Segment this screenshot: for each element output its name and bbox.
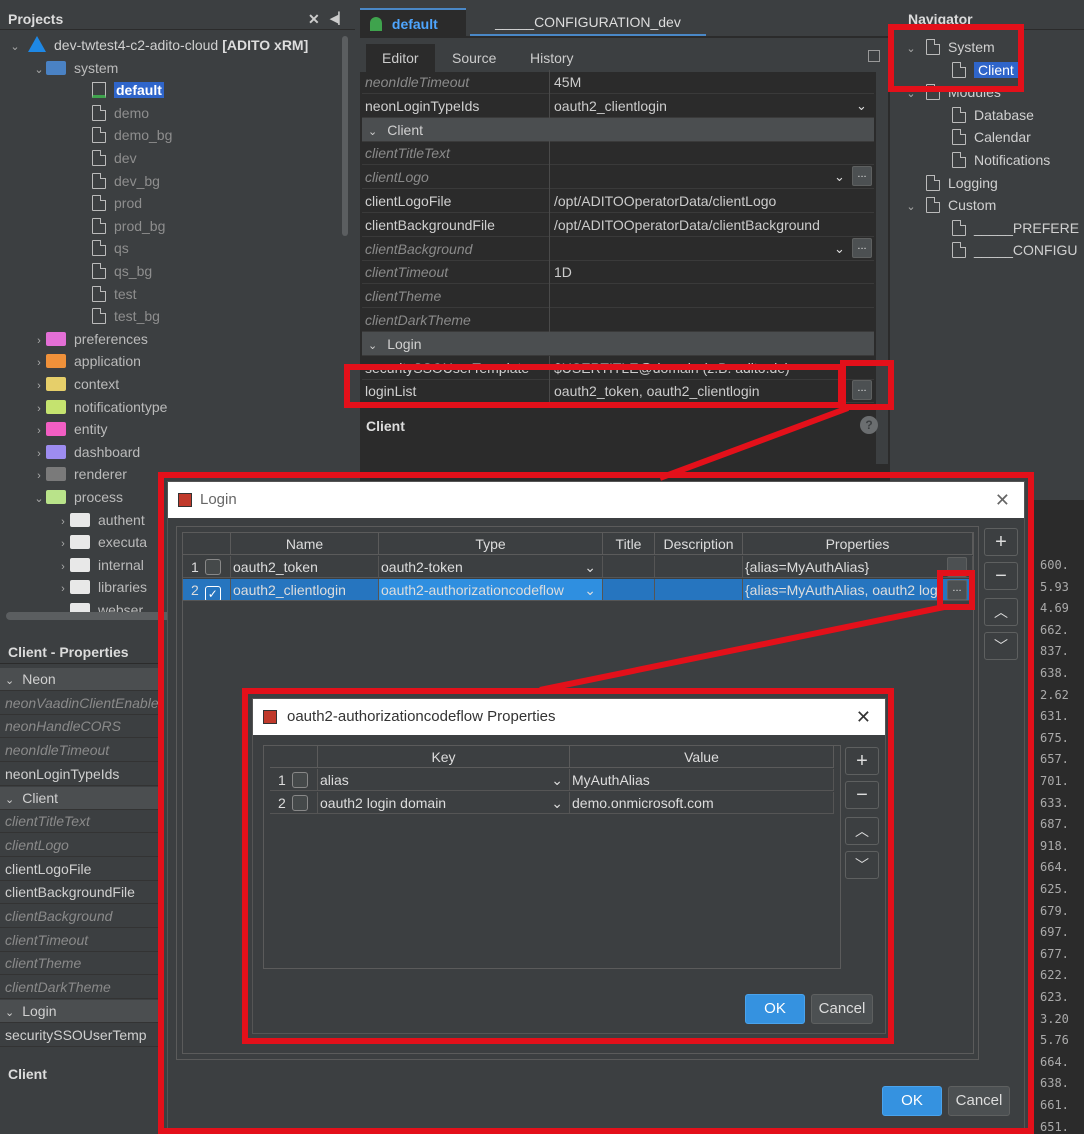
annotation-connectors [539,405,945,693]
connector-line [658,405,850,481]
connector-line [539,604,945,693]
